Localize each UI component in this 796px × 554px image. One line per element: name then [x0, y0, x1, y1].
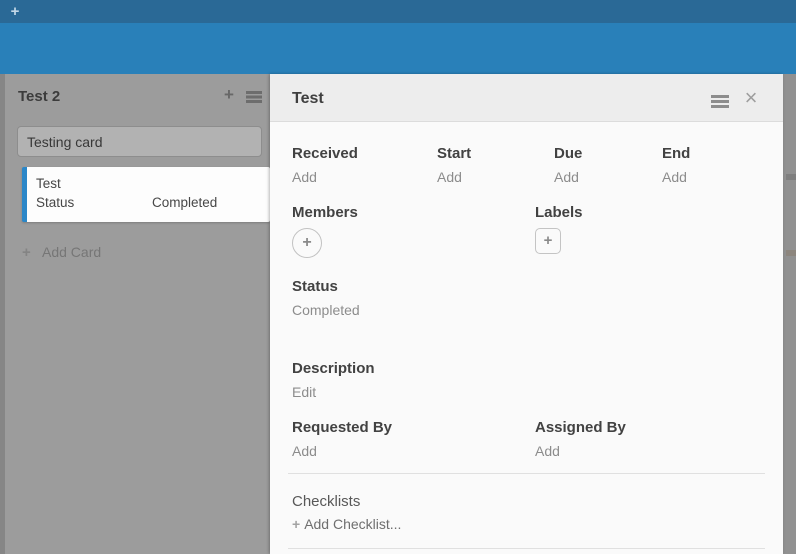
end-label: End — [662, 144, 765, 163]
card-detail-body: Received Add Start Add Due Add End Add — [270, 122, 783, 549]
card-detail-panel: Test × Received Add Start Add Due Add — [270, 74, 783, 554]
end-date-field: End Add — [662, 144, 765, 186]
labels-label: Labels — [535, 203, 765, 222]
requested-by-label: Requested By — [292, 418, 535, 437]
board-canvas: Test 2 + Test Status Completed + Add Card… — [0, 74, 796, 554]
description-label: Description — [292, 359, 765, 378]
card-field-label: Status — [36, 193, 152, 212]
card-title: Test — [36, 174, 270, 193]
plus-icon: + — [292, 516, 300, 532]
list-add-icon[interactable]: + — [221, 87, 237, 103]
assigned-by-label: Assigned By — [535, 418, 765, 437]
add-card-button[interactable]: + Add Card — [22, 244, 222, 262]
card-detail-header: Test × — [270, 74, 783, 122]
members-section: Members + — [292, 203, 535, 258]
adjacent-list-fragment — [786, 174, 796, 180]
end-add-link[interactable]: Add — [662, 168, 765, 186]
status-value: Completed — [292, 301, 765, 319]
received-date-field: Received Add — [292, 144, 437, 186]
list-title: Test 2 — [18, 88, 60, 105]
add-checklist-button[interactable]: +Add Checklist... — [292, 515, 765, 533]
plus-icon: + — [22, 244, 36, 261]
assigned-by-section: Assigned By Add — [535, 418, 765, 460]
due-add-link[interactable]: Add — [554, 168, 662, 186]
top-navbar: + — [0, 0, 796, 23]
dates-row: Received Add Start Add Due Add End Add — [292, 144, 765, 186]
assigned-by-add-link[interactable]: Add — [535, 442, 765, 460]
received-add-link[interactable]: Add — [292, 168, 437, 186]
card-detail-title: Test — [292, 90, 324, 107]
due-label: Due — [554, 144, 662, 163]
add-label-button[interactable]: + — [535, 228, 561, 254]
requested-by-section: Requested By Add — [292, 418, 535, 460]
requested-by-add-link[interactable]: Add — [292, 442, 535, 460]
members-labels-row: Members + Labels + — [292, 203, 765, 258]
add-checklist-label: Add Checklist... — [304, 516, 401, 532]
card-field-value: Completed — [152, 193, 217, 212]
card-menu-icon[interactable] — [711, 95, 729, 98]
due-date-field: Due Add — [554, 144, 662, 186]
list-header: Test 2 + — [5, 74, 270, 118]
status-label: Status — [292, 277, 765, 296]
list-test-2: Test 2 + Test Status Completed + Add Card — [5, 74, 270, 554]
card-test[interactable]: Test Status Completed — [22, 167, 270, 222]
description-section: Description Edit — [292, 359, 765, 401]
start-date-field: Start Add — [437, 144, 554, 186]
section-divider — [288, 473, 765, 474]
labels-section: Labels + — [535, 203, 765, 258]
description-edit-link[interactable]: Edit — [292, 383, 765, 401]
board-header-bar — [0, 23, 796, 74]
section-divider — [288, 548, 765, 549]
card-composer-input[interactable] — [17, 126, 262, 157]
card-custom-field: Status Completed — [36, 193, 270, 212]
start-label: Start — [437, 144, 554, 163]
add-member-button[interactable]: + — [292, 228, 322, 258]
checklists-label: Checklists — [292, 492, 765, 511]
members-label: Members — [292, 203, 535, 222]
requested-assigned-row: Requested By Add Assigned By Add — [292, 418, 765, 460]
checklists-section: Checklists +Add Checklist... — [292, 492, 765, 533]
list-menu-icon[interactable] — [246, 91, 262, 94]
received-label: Received — [292, 144, 437, 163]
start-add-link[interactable]: Add — [437, 168, 554, 186]
add-board-icon[interactable]: + — [6, 3, 24, 21]
status-section: Status Completed — [292, 277, 765, 319]
add-card-label: Add Card — [42, 244, 101, 260]
close-icon[interactable]: × — [741, 86, 761, 110]
adjacent-card-fragment — [786, 250, 796, 256]
